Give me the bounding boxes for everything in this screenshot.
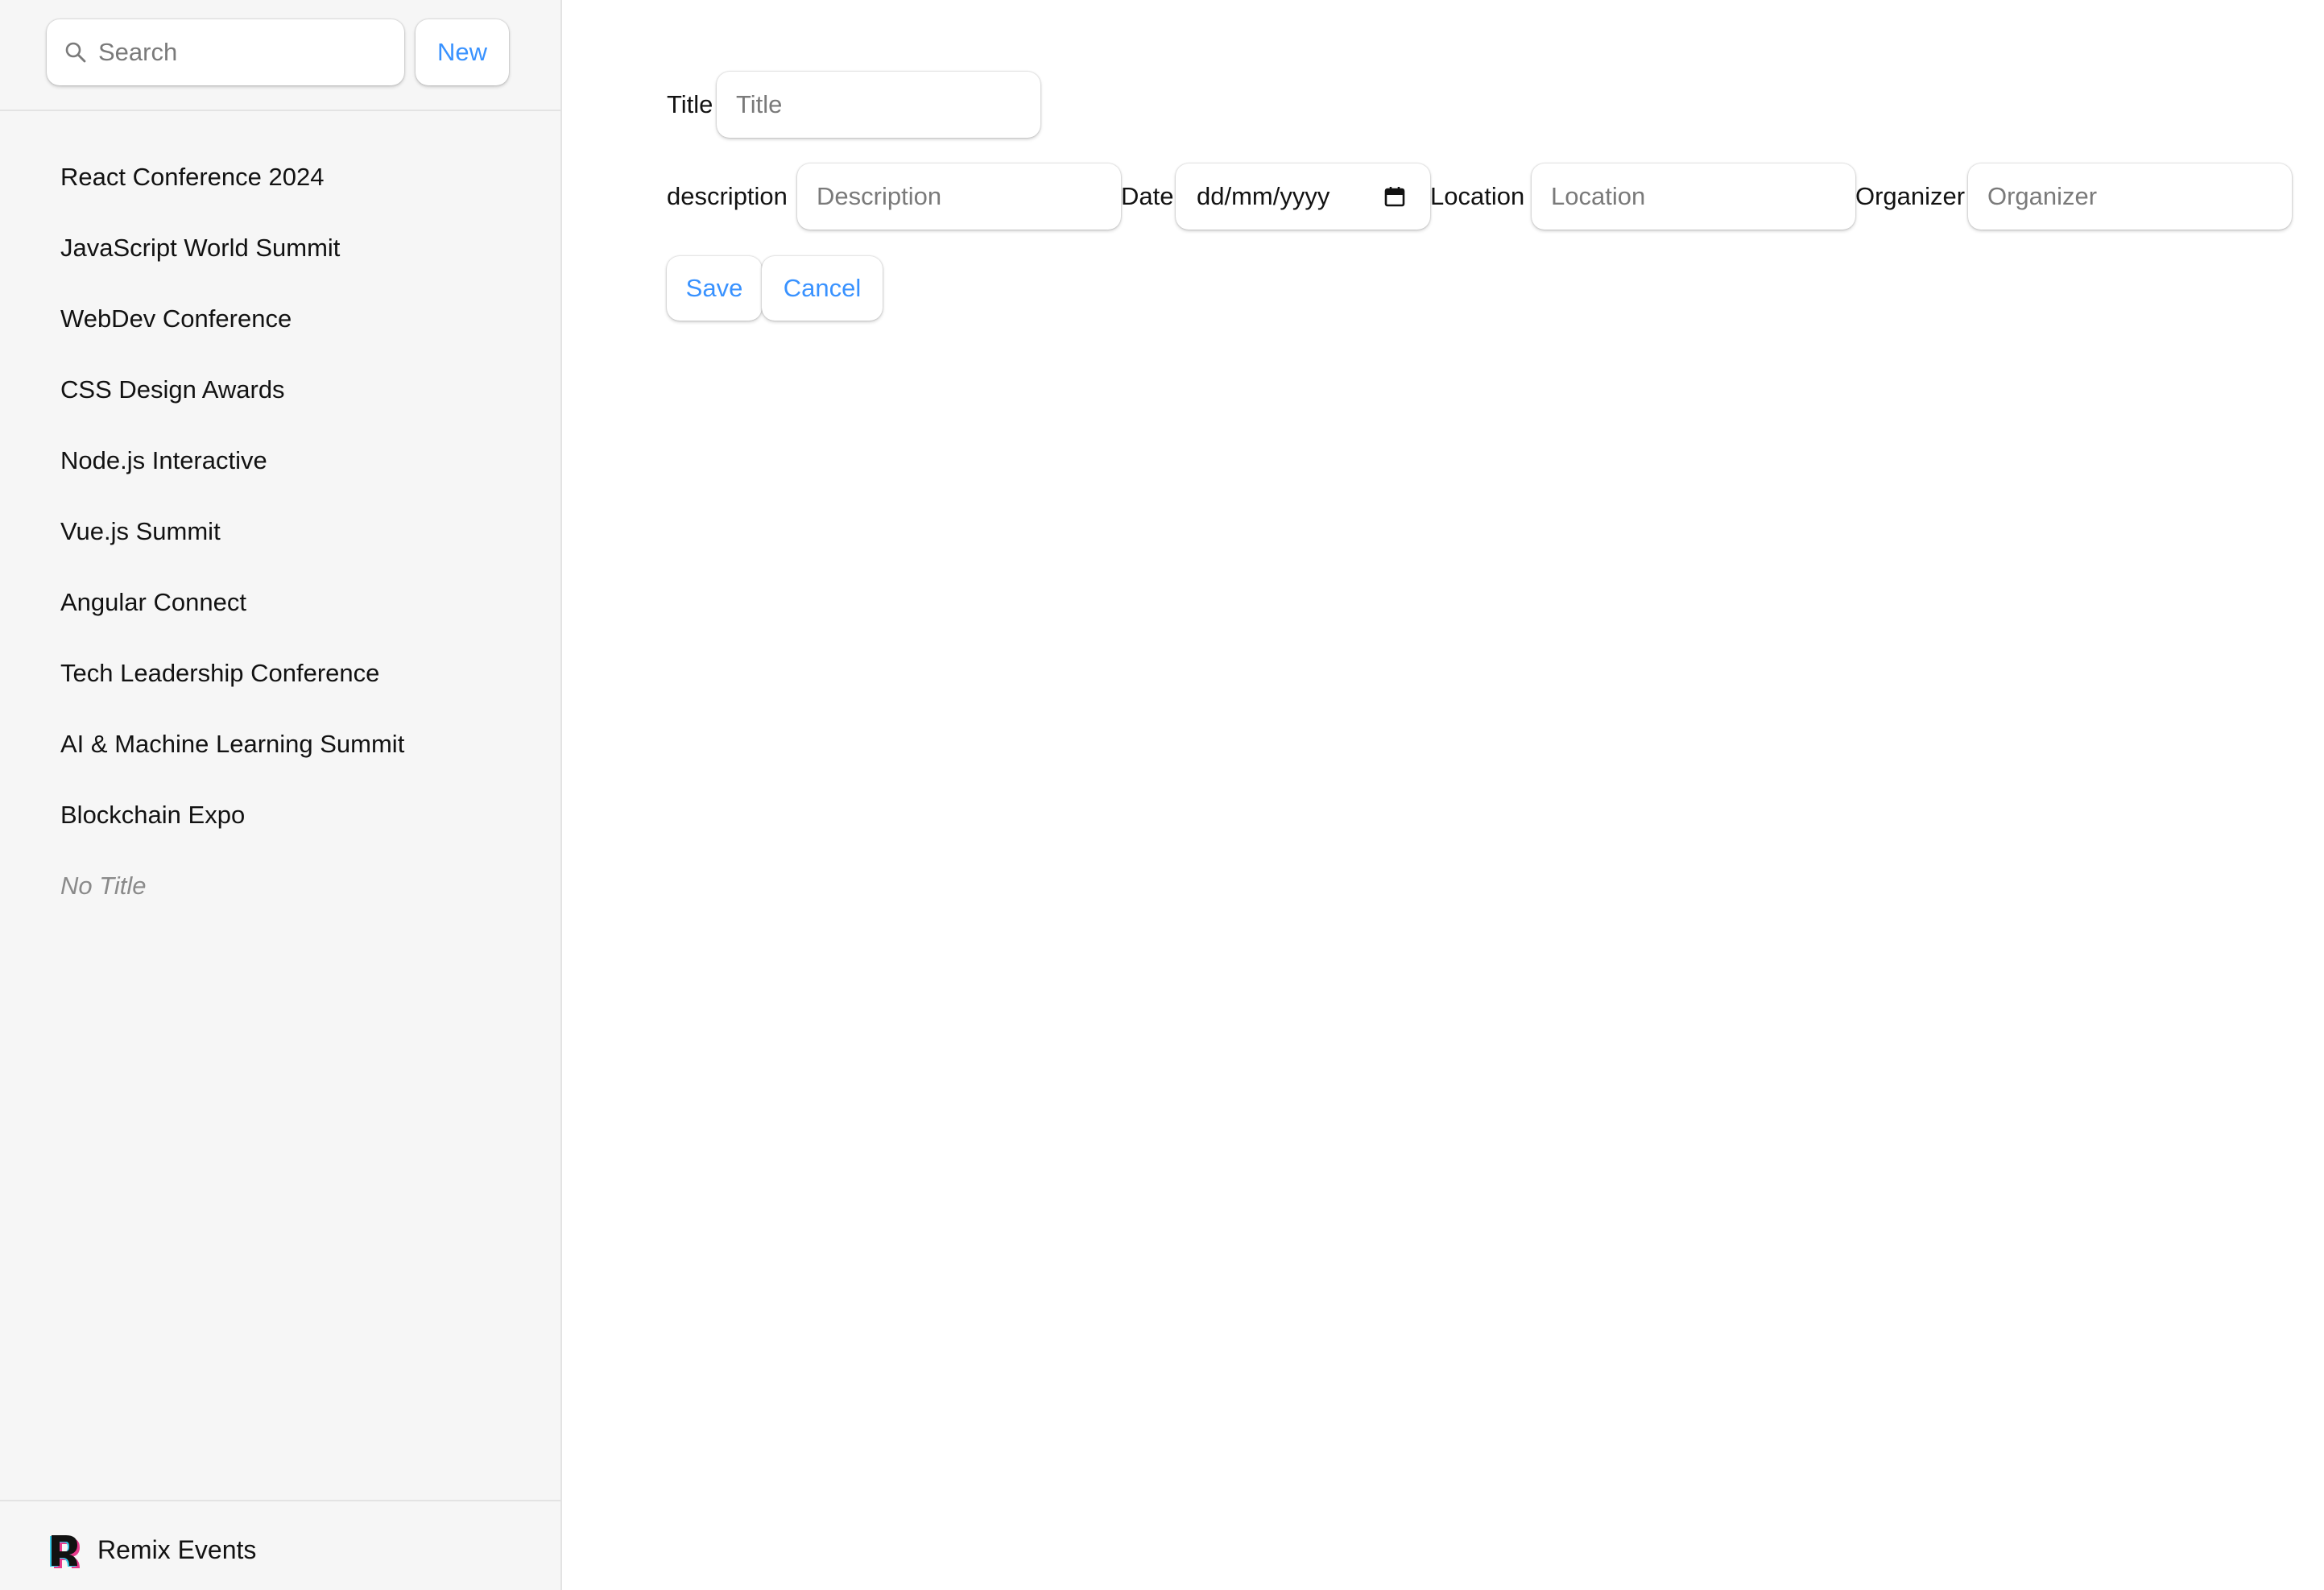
event-list-item[interactable]: Angular Connect (0, 567, 560, 638)
description-input[interactable] (797, 164, 1121, 230)
brand-name: Remix Events (97, 1535, 257, 1564)
date-input-value: dd/mm/yyyy (1197, 182, 1330, 210)
event-list: React Conference 2024 JavaScript World S… (0, 142, 560, 921)
cancel-button[interactable]: Cancel (762, 256, 883, 321)
calendar-icon[interactable] (1383, 185, 1406, 208)
new-button[interactable]: New (416, 19, 509, 85)
sidebar-footer: Remix Events (0, 1500, 560, 1590)
sidebar: New React Conference 2024 JavaScript Wor… (0, 0, 562, 1590)
remix-logo-icon (50, 1535, 80, 1568)
save-button[interactable]: Save (667, 256, 762, 321)
search-input[interactable] (98, 19, 388, 85)
event-list-item[interactable]: Tech Leadership Conference (0, 638, 560, 709)
event-list-item[interactable]: AI & Machine Learning Summit (0, 709, 560, 780)
location-input[interactable] (1532, 164, 1855, 230)
search-box[interactable] (47, 19, 404, 85)
event-list-item[interactable]: Node.js Interactive (0, 425, 560, 496)
location-label: Location (1430, 182, 1525, 210)
event-list-item[interactable]: JavaScript World Summit (0, 213, 560, 284)
event-list-item[interactable]: WebDev Conference (0, 284, 560, 354)
organizer-label: Organizer (1855, 182, 1966, 210)
event-list-item[interactable]: Vue.js Summit (0, 496, 560, 567)
search-icon (65, 42, 86, 63)
event-list-item[interactable]: CSS Design Awards (0, 354, 560, 425)
event-list-item[interactable]: React Conference 2024 (0, 142, 560, 213)
organizer-input[interactable] (1968, 164, 2292, 230)
sidebar-header: New (0, 0, 560, 111)
date-label: Date (1121, 182, 1174, 210)
title-input[interactable] (717, 72, 1040, 138)
event-list-item[interactable]: Blockchain Expo (0, 780, 560, 851)
event-list-item-untitled[interactable]: No Title (0, 851, 560, 921)
description-label: description (667, 182, 788, 210)
date-input[interactable]: dd/mm/yyyy (1176, 164, 1430, 230)
app-root: New React Conference 2024 JavaScript Wor… (0, 0, 2324, 1590)
title-label: Title (667, 90, 713, 118)
